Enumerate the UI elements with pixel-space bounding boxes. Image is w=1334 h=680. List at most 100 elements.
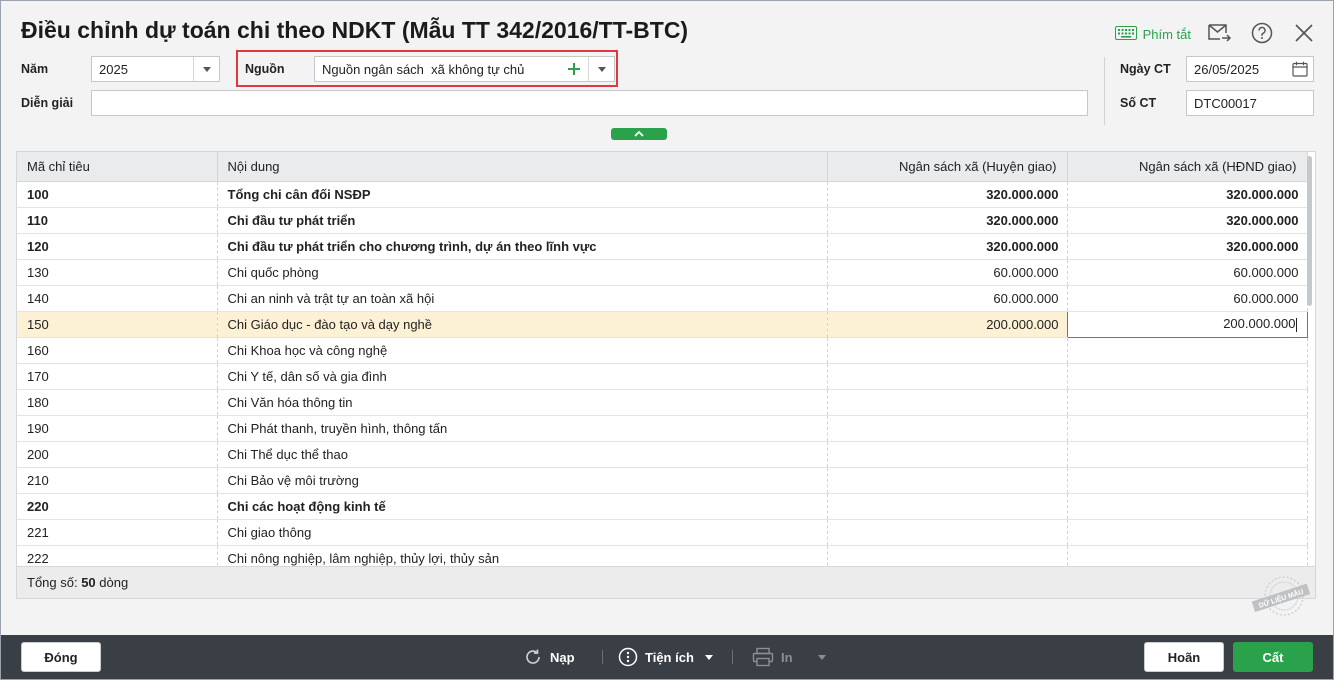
cell-council[interactable]: 60.000.000 [1067,285,1308,312]
cell-district[interactable]: 60.000.000 [827,259,1068,286]
cell-district[interactable] [827,493,1068,520]
cell-code[interactable]: 170 [17,363,218,390]
cell-district[interactable] [827,415,1068,442]
table-row[interactable]: 100 Tổng chi cân đối NSĐP 320.000.000 32… [17,181,1308,208]
year-dropdown-button[interactable] [193,57,219,81]
total-count: 50 [81,575,96,590]
cell-code[interactable]: 160 [17,337,218,364]
table-row[interactable]: 140 Chi an ninh và trật tự an toàn xã hộ… [17,285,1308,312]
table-row[interactable]: 180 Chi Văn hóa thông tin [17,389,1308,416]
column-header-district[interactable]: Ngân sách xã (Huyện giao) [827,152,1068,182]
cell-district[interactable]: 320.000.000 [827,207,1068,234]
cell-code[interactable]: 190 [17,415,218,442]
cell-code[interactable]: 130 [17,259,218,286]
cell-council[interactable]: 320.000.000 [1067,233,1308,260]
reload-button[interactable]: Nạp [523,644,575,670]
year-select[interactable]: 2025 [91,56,220,82]
cell-district[interactable] [827,363,1068,390]
docno-value: DTC00017 [1194,95,1257,111]
cell-content[interactable]: Chi Bảo vệ môi trường [217,467,828,494]
cell-content[interactable]: Chi Phát thanh, truyền hình, thông tấn [217,415,828,442]
cell-council[interactable] [1067,337,1308,364]
cell-district[interactable] [827,389,1068,416]
cell-code[interactable]: 180 [17,389,218,416]
cell-council[interactable]: 320.000.000 [1067,207,1308,234]
cell-code[interactable]: 100 [17,181,218,208]
cell-content[interactable]: Chi giao thông [217,519,828,546]
cell-content[interactable]: Chi Khoa học và công nghệ [217,337,828,364]
cell-code[interactable]: 221 [17,519,218,546]
cell-council[interactable]: 60.000.000 [1067,259,1308,286]
close-window-button[interactable] [1291,21,1317,47]
cell-content[interactable]: Chi các hoạt động kinh tế [217,493,828,520]
year-value: 2025 [99,61,128,77]
chevron-down-icon [817,654,826,660]
description-label: Diễn giải [21,96,74,110]
table-row[interactable]: 210 Chi Bảo vệ môi trường [17,467,1308,494]
column-header-code[interactable]: Mã chỉ tiêu [17,152,218,182]
cell-content[interactable]: Tổng chi cân đối NSĐP [217,181,828,208]
cell-code[interactable]: 110 [17,207,218,234]
cell-content[interactable]: Chi đầu tư phát triển [217,207,828,234]
cell-code[interactable]: 220 [17,493,218,520]
cancel-button[interactable]: Hoãn [1144,642,1224,672]
cell-council[interactable] [1067,441,1308,468]
save-button[interactable]: Cất [1233,642,1313,672]
cell-district[interactable] [827,467,1068,494]
text-cursor [1295,317,1297,332]
table-header-row: Mã chỉ tiêu Nội dung Ngân sách xã (Huyện… [17,152,1308,182]
cell-district[interactable] [827,337,1068,364]
description-input[interactable] [91,90,1088,116]
cell-council[interactable]: 320.000.000 [1067,181,1308,208]
table-row[interactable]: 110 Chi đầu tư phát triển 320.000.000 32… [17,207,1308,234]
cell-council[interactable] [1067,467,1308,494]
cell-content[interactable]: Chi Giáo dục - đào tạo và dạy nghề [217,311,828,338]
utilities-button[interactable]: Tiện ích [618,644,713,670]
print-button[interactable]: In [752,644,826,670]
cell-council[interactable] [1067,389,1308,416]
cell-content[interactable]: Chi quốc phòng [217,259,828,286]
cell-council[interactable] [1067,493,1308,520]
table-row[interactable]: 120 Chi đầu tư phát triển cho chương trì… [17,233,1308,260]
column-header-council[interactable]: Ngân sách xã (HĐND giao) [1067,152,1308,182]
feedback-button[interactable] [1207,21,1233,47]
cell-code[interactable]: 200 [17,441,218,468]
shortcut-button[interactable]: Phím tắt [1114,25,1191,43]
cell-council[interactable] [1067,363,1308,390]
cell-code[interactable]: 150 [17,311,218,338]
date-input[interactable]: 26/05/2025 [1186,56,1314,82]
cell-district[interactable]: 200.000.000 [827,311,1068,338]
docno-input[interactable]: DTC00017 [1186,90,1314,116]
cell-content[interactable]: Chi Thể dục thể thao [217,441,828,468]
cell-district[interactable] [827,441,1068,468]
vertical-scrollbar[interactable] [1305,152,1313,567]
table-row-selected[interactable]: 150 Chi Giáo dục - đào tạo và dạy nghề 2… [17,310,1308,338]
table-row[interactable]: 220 Chi các hoạt động kinh tế [17,493,1308,520]
table-row[interactable]: 130 Chi quốc phòng 60.000.000 60.000.000 [17,259,1308,286]
table-row[interactable]: 160 Chi Khoa học và công nghệ [17,337,1308,364]
cell-council-editor[interactable]: 200.000.000 [1066,310,1308,338]
table-row[interactable]: 200 Chi Thể dục thể thao [17,441,1308,468]
collapse-header-button[interactable] [611,128,667,140]
cell-district[interactable]: 60.000.000 [827,285,1068,312]
cell-content[interactable]: Chi an ninh và trật tự an toàn xã hội [217,285,828,312]
cell-content[interactable]: Chi Văn hóa thông tin [217,389,828,416]
cell-content[interactable]: Chi Y tế, dân số và gia đình [217,363,828,390]
cell-council[interactable] [1067,519,1308,546]
table-row[interactable]: 170 Chi Y tế, dân số và gia đình [17,363,1308,390]
cell-content[interactable]: Chi đầu tư phát triển cho chương trình, … [217,233,828,260]
table-row[interactable]: 221 Chi giao thông [17,519,1308,546]
column-header-content[interactable]: Nội dung [217,152,828,182]
cell-district[interactable] [827,519,1068,546]
calendar-icon[interactable] [1292,61,1308,80]
cell-code[interactable]: 210 [17,467,218,494]
cell-code[interactable]: 120 [17,233,218,260]
scrollbar-thumb[interactable] [1307,156,1312,306]
help-button[interactable] [1249,21,1275,47]
cell-council[interactable] [1067,415,1308,442]
cell-district[interactable]: 320.000.000 [827,233,1068,260]
cell-district[interactable]: 320.000.000 [827,181,1068,208]
cell-code[interactable]: 140 [17,285,218,312]
table-row[interactable]: 190 Chi Phát thanh, truyền hình, thông t… [17,415,1308,442]
close-button[interactable]: Đóng [21,642,101,672]
